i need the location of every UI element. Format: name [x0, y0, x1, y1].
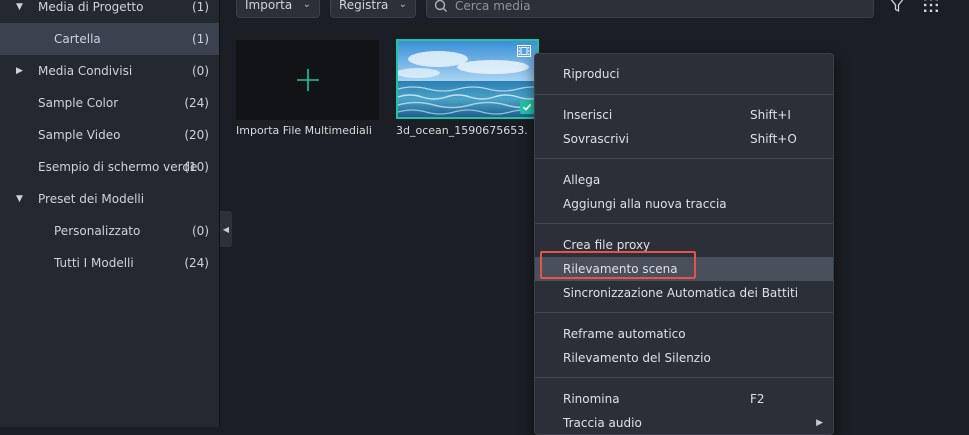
context-menu: Riproduci Inserisci Shift+I Sovrascrivi …: [534, 53, 834, 435]
expand-arrow-icon[interactable]: ▶: [16, 55, 23, 87]
menu-separator: [535, 158, 833, 159]
sidebar-item-cartella[interactable]: Cartella (1): [0, 23, 219, 55]
sidebar-item-count: (0): [192, 55, 209, 87]
menu-item-reframe-automatico[interactable]: Reframe automatico: [535, 322, 833, 346]
expand-arrow-icon[interactable]: ▼: [16, 0, 23, 23]
import-dropdown[interactable]: Importa ⌄: [236, 0, 320, 18]
sidebar-item-count: (10): [184, 151, 209, 183]
menu-item-label: Reframe automatico: [563, 322, 686, 346]
sidebar-item-label: Media Condivisi: [38, 55, 132, 87]
menu-item-label: Allega: [563, 168, 600, 192]
menu-separator: [535, 94, 833, 95]
menu-item-label: Traccia audio: [563, 411, 642, 435]
sidebar-item-personalizzato[interactable]: Personalizzato (0): [0, 215, 219, 247]
sidebar-item-label: Sample Color: [38, 87, 118, 119]
menu-separator: [535, 312, 833, 313]
record-dropdown-label: Registra: [339, 0, 388, 12]
sidebar-item-tutti-modelli[interactable]: Tutti I Modelli (24): [0, 247, 219, 279]
menu-separator: [535, 377, 833, 378]
plus-icon: [296, 68, 320, 92]
record-dropdown[interactable]: Registra ⌄: [330, 0, 416, 18]
sidebar-item-count: (1): [192, 0, 209, 23]
menu-item-label: Rinomina: [563, 387, 620, 411]
search-input[interactable]: [453, 0, 857, 15]
menu-separator: [535, 223, 833, 224]
menu-item-aggiungi-nuova-traccia[interactable]: Aggiungi alla nuova traccia: [535, 192, 833, 216]
sidebar-item-media-di-progetto[interactable]: ▼ Media di Progetto (1): [0, 0, 219, 23]
menu-item-rilevamento-silenzio[interactable]: Rilevamento del Silenzio: [535, 346, 833, 370]
sidebar-item-label: Personalizzato: [54, 215, 140, 247]
menu-item-shortcut: F2: [750, 387, 765, 411]
chevron-down-icon: ⌄: [303, 0, 311, 15]
expand-arrow-icon[interactable]: ▼: [16, 183, 23, 215]
menu-item-label: Riproduci: [563, 62, 619, 86]
import-media-caption: Importa File Multimediali: [236, 124, 372, 137]
sidebar-item-sample-video[interactable]: Sample Video (20): [0, 119, 219, 151]
sidebar: ▼ Media di Progetto (1) Cartella (1) ▶ M…: [0, 0, 220, 427]
sidebar-item-count: (24): [184, 87, 209, 119]
sidebar-item-sample-color[interactable]: Sample Color (24): [0, 87, 219, 119]
sidebar-item-count: (1): [192, 23, 209, 55]
sidebar-item-count: (20): [184, 119, 209, 151]
sidebar-item-media-condivisi[interactable]: ▶ Media Condivisi (0): [0, 55, 219, 87]
menu-item-label: Sovrascrivi: [563, 127, 629, 151]
media-clip-thumbnail[interactable]: [396, 39, 539, 119]
menu-item-shortcut: Shift+I: [750, 103, 791, 127]
import-media-tile[interactable]: [236, 40, 379, 120]
menu-item-sincronizzazione-battiti[interactable]: Sincronizzazione Automatica dei Battiti: [535, 281, 833, 305]
menu-item-label: Rilevamento del Silenzio: [563, 346, 711, 370]
search-box[interactable]: [426, 0, 874, 18]
search-icon: [434, 0, 448, 13]
sidebar-item-label: Cartella: [54, 23, 101, 55]
menu-item-label: Inserisci: [563, 103, 612, 127]
collapse-left-icon: ◀: [223, 225, 229, 234]
sidebar-item-count: (0): [192, 215, 209, 247]
sidebar-item-schermo-verde[interactable]: Esempio di schermo verde (10): [0, 151, 219, 183]
menu-item-label: Aggiungi alla nuova traccia: [563, 192, 727, 216]
menu-item-label: Sincronizzazione Automatica dei Battiti: [563, 281, 798, 305]
sidebar-item-label: Media di Progetto: [38, 0, 143, 23]
annotation-highlight-box: [540, 251, 696, 279]
sidebar-item-label: Preset dei Modelli: [38, 183, 144, 215]
import-dropdown-label: Importa: [245, 0, 292, 12]
sidebar-collapse-button[interactable]: ◀: [220, 211, 232, 247]
grid-view-icon[interactable]: [922, 0, 940, 14]
media-toolbar: Importa ⌄ Registra ⌄: [220, 0, 969, 22]
menu-item-traccia-audio[interactable]: Traccia audio ▶: [535, 411, 833, 435]
menu-item-inserisci[interactable]: Inserisci Shift+I: [535, 103, 833, 127]
menu-item-riproduci[interactable]: Riproduci: [535, 62, 833, 86]
sidebar-item-label: Esempio di schermo verde: [38, 151, 197, 183]
sidebar-item-label: Tutti I Modelli: [54, 247, 134, 279]
submenu-arrow-icon: ▶: [816, 411, 823, 435]
filter-icon[interactable]: [888, 0, 906, 14]
sidebar-item-preset-modelli[interactable]: ▼ Preset dei Modelli: [0, 183, 219, 215]
checkmark-icon: [520, 100, 534, 114]
menu-item-allega[interactable]: Allega: [535, 168, 833, 192]
menu-item-shortcut: Shift+O: [750, 127, 797, 151]
clip-caption: 3d_ocean_1590675653.: [396, 124, 528, 137]
video-film-icon: [517, 45, 531, 57]
sidebar-item-label: Sample Video: [38, 119, 120, 151]
menu-item-sovrascrivi[interactable]: Sovrascrivi Shift+O: [535, 127, 833, 151]
chevron-down-icon: ⌄: [399, 0, 407, 15]
sidebar-item-count: (24): [184, 247, 209, 279]
menu-item-rinomina[interactable]: Rinomina F2: [535, 387, 833, 411]
